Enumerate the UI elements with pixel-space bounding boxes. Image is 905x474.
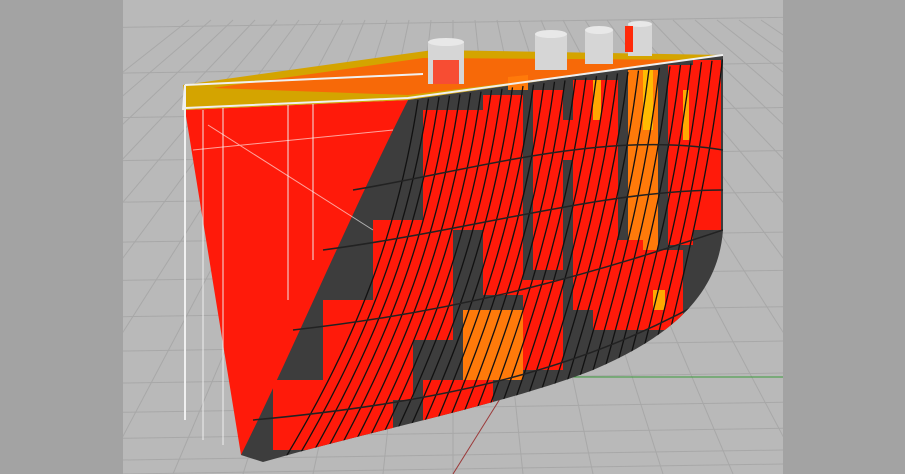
scan-patch bbox=[693, 60, 721, 230]
application-window bbox=[0, 0, 905, 474]
right-side-panel bbox=[783, 0, 905, 474]
3d-viewport[interactable] bbox=[123, 0, 783, 474]
grid-line bbox=[716, 19, 783, 73]
grid-line bbox=[760, 19, 783, 36]
scan-highlight bbox=[593, 80, 601, 120]
viewport-canvas[interactable] bbox=[123, 0, 783, 474]
scan-patch bbox=[423, 380, 493, 430]
deck-pipe-2 bbox=[535, 30, 567, 70]
scan-patch bbox=[668, 65, 693, 245]
grid-line bbox=[123, 19, 190, 73]
ship-hull-model[interactable] bbox=[182, 21, 724, 470]
scan-patch bbox=[423, 110, 483, 230]
deck-pipe-3 bbox=[585, 26, 613, 64]
scan-highlight bbox=[653, 290, 665, 310]
deck-pipe-1 bbox=[428, 38, 464, 84]
deck-pipe-4 bbox=[625, 21, 652, 56]
left-side-panel bbox=[0, 0, 123, 474]
